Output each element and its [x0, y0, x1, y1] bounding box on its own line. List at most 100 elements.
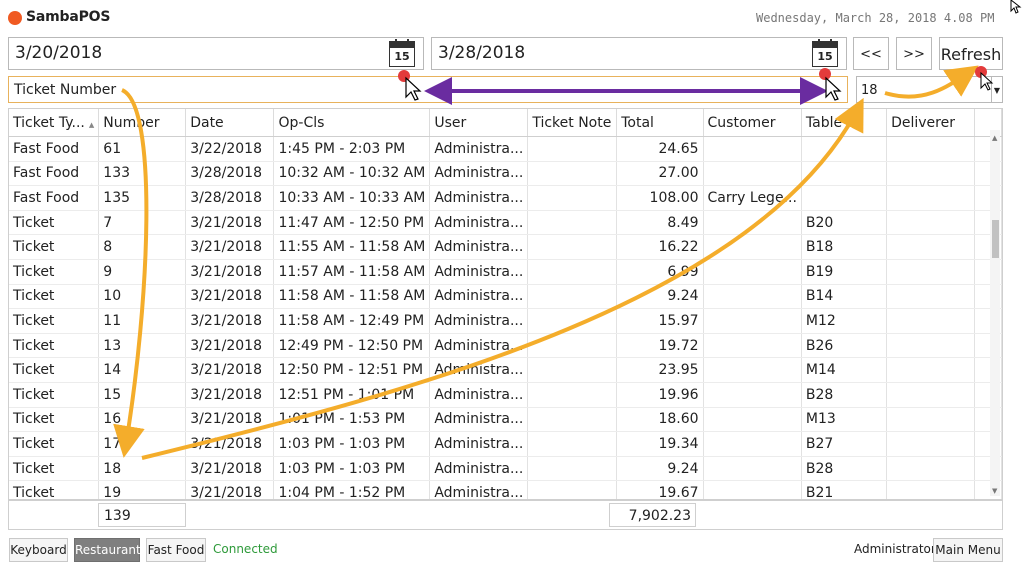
calendar-icon[interactable]: 15: [812, 39, 838, 67]
refresh-button[interactable]: Refresh: [939, 37, 1003, 70]
user-cell: Administra...: [429, 210, 529, 236]
ticket-type-cell: Ticket: [9, 210, 100, 236]
total-cell: 24.65: [616, 136, 704, 162]
ticket-type-cell: Ticket: [9, 407, 100, 433]
scrollbar-thumb[interactable]: [992, 220, 999, 258]
table-row[interactable]: Fast Food 135 3/28/2018 10:33 AM - 10:33 AM…: [9, 185, 1002, 211]
ticket-note-cell: [527, 210, 618, 236]
date-cell: 3/21/2018: [185, 382, 275, 408]
fast-food-button[interactable]: Fast Food: [146, 538, 206, 562]
table-row[interactable]: Ticket 17 3/21/2018 1:03 PM - 1:03 PM Admini…: [9, 431, 1002, 457]
deliverer-cell: [886, 284, 975, 310]
table-cell: B14: [801, 284, 888, 310]
ticket-type-cell: Ticket: [9, 382, 100, 408]
customer-cell: [703, 308, 802, 334]
table-cell: M13: [801, 407, 888, 433]
column-header-customer[interactable]: Customer: [703, 109, 802, 137]
table-row[interactable]: Fast Food 133 3/28/2018 10:32 AM - 10:32 AM…: [9, 161, 1002, 187]
number-cell: 15: [98, 382, 187, 408]
filter-field-select[interactable]: Ticket Number: [8, 76, 848, 103]
table-row[interactable]: Ticket 18 3/21/2018 1:03 PM - 1:03 PM Admini…: [9, 456, 1002, 482]
table-cell: [801, 161, 888, 187]
deliverer-cell: [886, 357, 975, 383]
table-row[interactable]: Ticket 10 3/21/2018 11:58 AM - 11:58 AM Admi…: [9, 284, 1002, 310]
op-cls-cell: 1:03 PM - 1:03 PM: [273, 431, 431, 457]
start-date-picker[interactable]: 3/20/2018 15: [8, 37, 424, 70]
table-row[interactable]: Ticket 9 3/21/2018 11:57 AM - 11:58 AM Admin…: [9, 259, 1002, 285]
search-input[interactable]: 18: [856, 76, 992, 103]
table-row[interactable]: Ticket 13 3/21/2018 12:49 PM - 12:50 PM Admi…: [9, 333, 1002, 359]
table-cell: B28: [801, 382, 888, 408]
total-cell: 15.97: [616, 308, 704, 334]
column-header-total[interactable]: Total: [616, 109, 704, 137]
date-cell: 3/21/2018: [185, 333, 275, 359]
table-row[interactable]: Ticket 11 3/21/2018 11:58 AM - 12:49 PM Admi…: [9, 308, 1002, 334]
ticket-type-cell: Ticket: [9, 357, 100, 383]
deliverer-cell: [886, 382, 975, 408]
vertical-scrollbar[interactable]: [990, 130, 1000, 496]
tickets-grid[interactable]: Ticket Ty... ▲ Number Date Op-Cls User Ti…: [8, 108, 1003, 500]
scroll-down-arrow-icon[interactable]: ▼: [992, 487, 997, 495]
ticket-type-cell: Ticket: [9, 456, 100, 482]
date-cell: 3/28/2018: [185, 161, 275, 187]
ticket-note-cell: [527, 357, 618, 383]
number-cell: 135: [98, 185, 187, 211]
scroll-up-arrow-icon[interactable]: ▲: [992, 134, 997, 142]
ticket-note-cell: [527, 456, 618, 482]
datetime-display: Wednesday, March 28, 2018 4.08 PM: [756, 11, 995, 25]
total-cell: 19.34: [616, 431, 704, 457]
next-range-button[interactable]: >>: [896, 37, 932, 70]
column-header-ticket-type[interactable]: Ticket Ty... ▲: [9, 109, 100, 137]
date-cell: 3/21/2018: [185, 407, 275, 433]
total-cell: 9.24: [616, 456, 704, 482]
deliverer-cell: [886, 259, 975, 285]
total-cell: 9.24: [616, 284, 704, 310]
table-row[interactable]: Ticket 14 3/21/2018 12:50 PM - 12:51 PM Admi…: [9, 357, 1002, 383]
ticket-type-cell: Ticket: [9, 259, 100, 285]
calendar-icon[interactable]: 15: [389, 39, 415, 67]
table-row[interactable]: Ticket 15 3/21/2018 12:51 PM - 1:01 PM Admin…: [9, 382, 1002, 408]
column-header-op-cls[interactable]: Op-Cls: [273, 109, 431, 137]
date-cell: 3/22/2018: [185, 136, 275, 162]
end-date-picker[interactable]: 3/28/2018 15: [431, 37, 847, 70]
number-cell: 9: [98, 259, 187, 285]
table-row[interactable]: Ticket 8 3/21/2018 11:55 AM - 11:58 AM Admin…: [9, 234, 1002, 260]
customer-cell: [703, 333, 802, 359]
samba-logo-icon: [8, 11, 22, 25]
main-menu-button[interactable]: Main Menu: [933, 538, 1003, 562]
ticket-note-cell: [527, 234, 618, 260]
end-date-value: 3/28/2018: [438, 43, 526, 63]
column-header-user[interactable]: User: [429, 109, 529, 137]
ticket-note-cell: [527, 284, 618, 310]
current-user: Administrator: [854, 542, 936, 556]
op-cls-cell: 1:03 PM - 1:03 PM: [273, 456, 431, 482]
customer-cell: [703, 161, 802, 187]
ticket-note-cell: [527, 308, 618, 334]
mouse-cursor-icon: [1010, 0, 1022, 14]
ticket-note-cell: [527, 382, 618, 408]
keyboard-button[interactable]: Keyboard: [9, 538, 68, 562]
table-row[interactable]: Fast Food 61 3/22/2018 1:45 PM - 2:03 PM Adm…: [9, 136, 1002, 162]
user-cell: Administra...: [429, 185, 529, 211]
column-header-deliverer[interactable]: Deliverer: [886, 109, 975, 137]
total-cell: 23.95: [616, 357, 704, 383]
ticket-type-cell: Ticket: [9, 284, 100, 310]
table-cell: B21: [801, 480, 888, 499]
column-header-ticket-note[interactable]: Ticket Note: [527, 109, 618, 137]
table-row[interactable]: Ticket 7 3/21/2018 11:47 AM - 12:50 PM Admin…: [9, 210, 1002, 236]
dropdown-arrow-icon[interactable]: ▼: [992, 76, 1003, 103]
ticket-type-cell: Ticket: [9, 333, 100, 359]
op-cls-cell: 1:01 PM - 1:53 PM: [273, 407, 431, 433]
ticket-note-cell: [527, 431, 618, 457]
table-row[interactable]: Ticket 16 3/21/2018 1:01 PM - 1:53 PM Admini…: [9, 407, 1002, 433]
column-header-number[interactable]: Number: [98, 109, 187, 137]
search-value: 18: [861, 83, 878, 98]
user-cell: Administra...: [429, 308, 529, 334]
column-header-table[interactable]: Table: [801, 109, 888, 137]
table-row[interactable]: Ticket 19 3/21/2018 1:04 PM - 1:52 PM Admini…: [9, 480, 1002, 499]
sort-arrow-icon: ▲: [88, 120, 95, 129]
restaurant-button[interactable]: Restaurant: [74, 538, 141, 562]
column-header-date[interactable]: Date: [185, 109, 275, 137]
customer-cell: [703, 480, 802, 499]
previous-range-button[interactable]: <<: [853, 37, 889, 70]
